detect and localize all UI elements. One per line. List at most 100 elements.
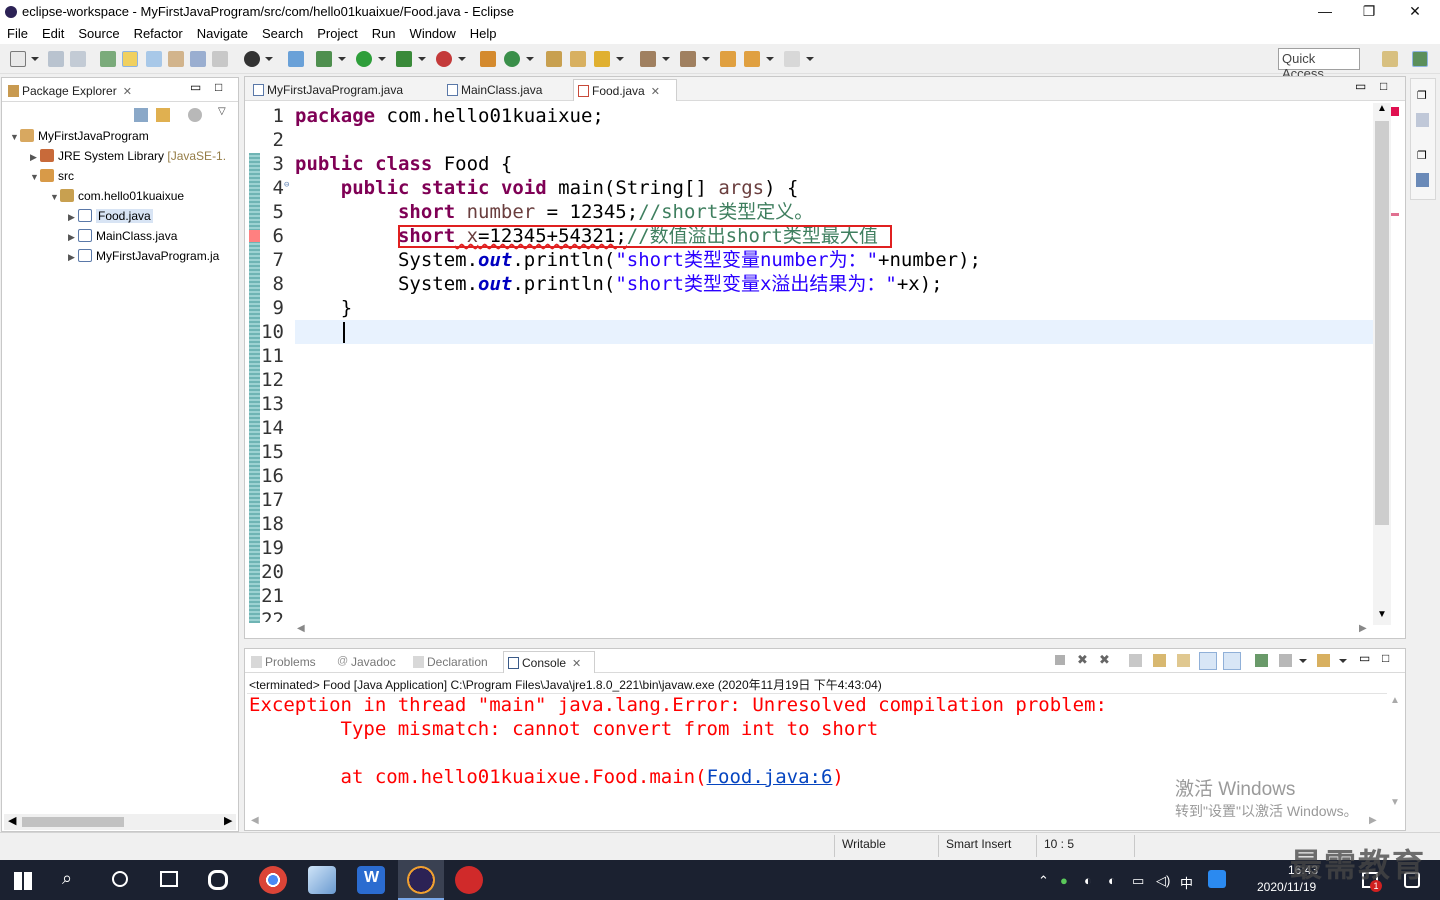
windows-start-icon[interactable] xyxy=(14,872,32,890)
external-tools-dropdown-icon[interactable] xyxy=(458,57,466,61)
red-app-icon[interactable] xyxy=(455,866,483,894)
menu-file[interactable]: File xyxy=(0,24,35,42)
display-selected-console-icon[interactable] xyxy=(1279,654,1292,667)
tab-javadoc[interactable]: @ Javadoc xyxy=(333,651,396,673)
close-button[interactable]: ✕ xyxy=(1392,0,1438,24)
toggle-mark-occurrences-icon[interactable] xyxy=(122,51,138,67)
remove-launch-icon[interactable]: ✖ xyxy=(1077,652,1088,668)
search-icon[interactable]: ⌕ xyxy=(62,868,72,889)
tab-food-java[interactable]: Food.java ✕ xyxy=(573,79,677,101)
save-all-icon[interactable] xyxy=(70,51,86,67)
menu-refactor[interactable]: Refactor xyxy=(127,24,190,42)
remove-all-terminated-icon[interactable]: ✖ xyxy=(1099,652,1110,668)
expanded-icon[interactable]: ▼ xyxy=(30,167,40,187)
pinwheel-app-icon[interactable] xyxy=(208,870,228,890)
java-perspective-icon[interactable] xyxy=(1412,51,1428,67)
scroll-right-icon[interactable]: ▶ xyxy=(1369,815,1377,826)
menu-search[interactable]: Search xyxy=(255,24,310,42)
coverage-dropdown-icon[interactable] xyxy=(418,57,426,61)
minimize-button[interactable]: — xyxy=(1302,0,1348,24)
task-view-icon[interactable] xyxy=(160,871,178,887)
new-dropdown-arrow-icon[interactable] xyxy=(31,57,39,61)
link-with-editor-icon[interactable] xyxy=(156,108,170,122)
scroll-up-icon[interactable]: ▲ xyxy=(1377,103,1387,114)
tab-problems[interactable]: Problems xyxy=(247,651,316,673)
maximize-view-icon[interactable]: □ xyxy=(1380,79,1387,93)
fold-collapse-icon[interactable]: ⊖ xyxy=(284,173,289,197)
collapsed-icon[interactable]: ▶ xyxy=(68,207,78,227)
view-menu-icon[interactable]: ▽ xyxy=(218,106,226,117)
editor-horizontal-scrollbar[interactable]: ◀ ▶ xyxy=(295,623,1373,637)
save-icon[interactable] xyxy=(48,51,64,67)
menu-navigate[interactable]: Navigate xyxy=(190,24,255,42)
cortana-icon[interactable] xyxy=(112,871,128,887)
next-annotation-icon[interactable] xyxy=(640,51,656,67)
scrollbar-thumb[interactable] xyxy=(1375,121,1389,525)
minimize-view-icon[interactable]: ▭ xyxy=(190,80,201,94)
debug-icon[interactable] xyxy=(316,51,332,67)
wps-writer-icon[interactable]: W xyxy=(357,866,385,894)
error-marker-icon[interactable] xyxy=(249,230,260,242)
next-annotation-dropdown-icon[interactable] xyxy=(662,57,670,61)
tab-mainclass-java[interactable]: MainClass.java xyxy=(443,79,571,101)
collapsed-icon[interactable]: ▶ xyxy=(68,227,78,247)
show-whitespace-icon[interactable] xyxy=(168,51,184,67)
chrome-icon[interactable] xyxy=(259,866,287,894)
forward-dropdown-icon[interactable] xyxy=(806,57,814,61)
scroll-left-icon[interactable]: ◀ xyxy=(251,815,259,826)
maximize-view-icon[interactable]: □ xyxy=(215,80,222,94)
code-area[interactable]: 1 package com.hello01kuaixue; 2 3 public c… xyxy=(260,104,1372,622)
stacktrace-link[interactable]: Food.java:6 xyxy=(707,766,833,788)
run-icon[interactable] xyxy=(356,51,372,67)
collapse-all-icon[interactable] xyxy=(134,108,148,122)
console-vertical-scrollbar[interactable]: ▲ ▼ xyxy=(1387,693,1403,813)
close-icon[interactable]: ✕ xyxy=(572,658,581,670)
minimize-view-icon[interactable]: ▭ xyxy=(1355,79,1366,93)
coverage-icon[interactable] xyxy=(396,51,412,67)
menu-help[interactable]: Help xyxy=(463,24,504,42)
back-dropdown-icon[interactable] xyxy=(766,57,774,61)
debug-target-icon[interactable] xyxy=(244,51,260,67)
notepad-app-icon[interactable] xyxy=(308,866,336,894)
clear-console-icon[interactable] xyxy=(1129,654,1142,667)
tree-item-src[interactable]: ▼ src xyxy=(30,166,74,186)
minimize-view-icon[interactable]: ▭ xyxy=(1359,651,1370,665)
scroll-left-icon[interactable]: ◀ xyxy=(297,623,305,634)
collapsed-icon[interactable]: ▶ xyxy=(30,147,40,167)
network-icon[interactable]: ▭ xyxy=(1132,873,1144,889)
quick-access-input[interactable]: Quick Access xyxy=(1278,48,1360,81)
menu-project[interactable]: Project xyxy=(310,24,364,42)
tab-package-explorer[interactable]: Package Explorer ✕ xyxy=(4,80,132,102)
open-task-icon[interactable] xyxy=(570,51,586,67)
new-class-dropdown-icon[interactable] xyxy=(526,57,534,61)
vertical-scrollbar[interactable]: ▲ ▼ xyxy=(1373,103,1391,625)
qq-icon[interactable]: ◐ xyxy=(1084,873,1092,888)
focus-on-active-task-icon[interactable] xyxy=(188,108,202,122)
tree-item-mainclass-java[interactable]: ▶ MainClass.java xyxy=(68,226,177,246)
terminate-icon[interactable] xyxy=(1055,655,1065,665)
expanded-icon[interactable]: ▼ xyxy=(50,187,60,207)
scroll-up-icon[interactable]: ▲ xyxy=(1390,695,1400,706)
previous-annotation-icon[interactable] xyxy=(680,51,696,67)
external-tools-icon[interactable] xyxy=(436,51,452,67)
close-icon[interactable]: ✕ xyxy=(651,86,660,98)
show-stderr-icon[interactable] xyxy=(1223,652,1241,670)
menu-run[interactable]: Run xyxy=(365,24,403,42)
tab-console[interactable]: Console ✕ xyxy=(503,651,595,673)
maximize-button[interactable]: ❐ xyxy=(1346,0,1392,24)
restore-icon[interactable]: ❐ xyxy=(1417,89,1427,102)
close-icon[interactable]: ✕ xyxy=(123,86,132,98)
eclipse-taskbar-button[interactable] xyxy=(398,860,444,900)
restore-icon[interactable]: ❐ xyxy=(1417,149,1427,162)
maximize-view-icon[interactable]: □ xyxy=(1382,651,1389,665)
menu-edit[interactable]: Edit xyxy=(35,24,71,42)
task-list-icon[interactable] xyxy=(1416,173,1429,187)
run-dropdown-icon[interactable] xyxy=(378,57,386,61)
overview-error-indicator[interactable] xyxy=(1391,107,1399,116)
tree-item-food-java[interactable]: ▶ Food.java xyxy=(68,206,153,226)
tree-item-package[interactable]: ▼ com.hello01kuaixue xyxy=(50,186,184,206)
new-java-class-icon[interactable] xyxy=(504,51,520,67)
expanded-icon[interactable]: ▼ xyxy=(10,127,20,147)
skip-breakpoints-icon[interactable] xyxy=(288,51,304,67)
tab-myfirstjavaprogram-java[interactable]: MyFirstJavaProgram.java xyxy=(249,79,441,101)
